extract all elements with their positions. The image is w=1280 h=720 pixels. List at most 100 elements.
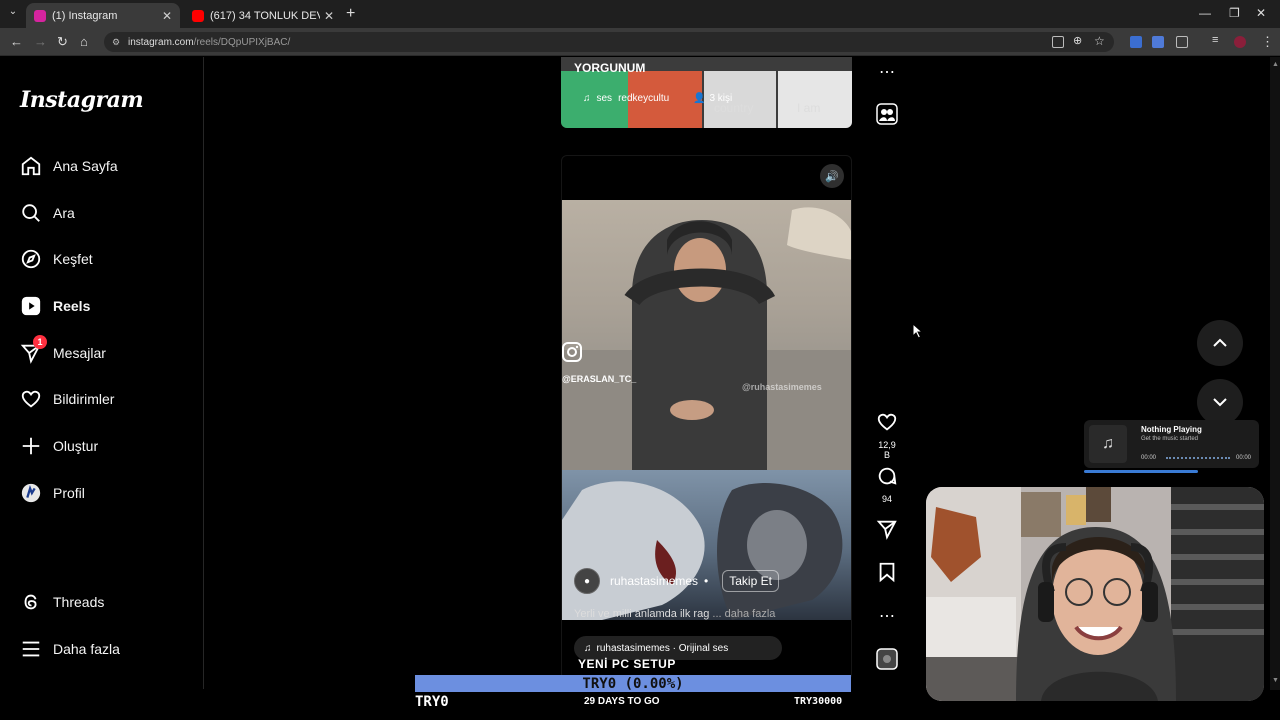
instagram-watermark-icon bbox=[562, 342, 582, 362]
browser-menu-icon[interactable]: ⋮ bbox=[1261, 34, 1274, 50]
forward-icon[interactable]: → bbox=[34, 34, 47, 49]
home-button-icon[interactable]: ⌂ bbox=[80, 34, 88, 49]
close-window-icon[interactable]: ✕ bbox=[1256, 6, 1266, 20]
restore-icon[interactable]: ❐ bbox=[1229, 6, 1240, 20]
reels-icon bbox=[21, 296, 41, 316]
back-icon[interactable]: ← bbox=[10, 34, 23, 49]
heart-icon bbox=[877, 413, 897, 431]
reel-video-frame-top: @ERASLAN_TC_ @ruhastasimemes bbox=[562, 200, 851, 470]
author-username[interactable]: ruhastasimemes bbox=[610, 574, 698, 588]
now-playing-title: Nothing Playing bbox=[1141, 425, 1202, 434]
close-tab-icon[interactable]: ✕ bbox=[324, 9, 334, 23]
menu-icon bbox=[22, 641, 40, 657]
scroll-up-arrow-icon[interactable]: ▲ bbox=[1272, 61, 1279, 68]
instagram-favicon-icon bbox=[34, 9, 46, 22]
extension-icon[interactable] bbox=[1130, 36, 1142, 48]
follow-button[interactable]: Takip Et bbox=[722, 570, 779, 592]
nav-search[interactable]: Ara bbox=[20, 201, 75, 225]
caption-more-link[interactable]: ... daha fazla bbox=[712, 608, 775, 620]
search-icon bbox=[22, 204, 40, 222]
stream-goal-title: YENİ PC SETUP bbox=[578, 657, 676, 671]
more-options-icon[interactable]: ⋯ bbox=[874, 62, 900, 82]
reload-icon[interactable]: ↻ bbox=[57, 34, 68, 50]
youtube-favicon-icon bbox=[192, 9, 204, 22]
time-elapsed: 00:00 bbox=[1141, 455, 1157, 461]
bookmark-star-icon[interactable]: ☆ bbox=[1094, 34, 1105, 48]
comment-action[interactable]: 94 bbox=[874, 465, 900, 504]
home-icon bbox=[21, 156, 41, 176]
music-progress-track bbox=[1166, 457, 1230, 460]
nav-threads[interactable]: Threads bbox=[20, 590, 104, 614]
address-bar[interactable]: ⚙ instagram.com/reels/DQpUPIXjBAC/ bbox=[104, 32, 1114, 52]
close-tab-icon[interactable]: ✕ bbox=[162, 9, 172, 23]
threads-icon bbox=[24, 594, 37, 610]
nav-explore[interactable]: Keşfet bbox=[20, 247, 93, 271]
audio-tag[interactable]: ♫ ses redkeycultu bbox=[583, 93, 669, 104]
reel-overlay-text: YORGUNUM bbox=[574, 61, 646, 75]
compass-icon bbox=[21, 249, 41, 269]
browser-toolbar: ← → ↻ ⌂ ⚙ instagram.com/reels/DQpUPIXjBA… bbox=[0, 28, 1280, 56]
author-avatar[interactable]: ● bbox=[574, 568, 600, 594]
goal-days-left: 29 DAYS TO GO bbox=[584, 696, 660, 707]
volume-icon[interactable]: 🔊 bbox=[820, 164, 844, 188]
nav-profile[interactable]: Profil bbox=[20, 481, 85, 505]
audio-label: ruhastasimemes · Orijinal ses bbox=[596, 642, 729, 654]
more-options-icon[interactable]: ⋯ bbox=[874, 606, 900, 626]
extensions-puzzle-icon[interactable] bbox=[1176, 36, 1188, 48]
tab-title: (617) 34 TONLUK DEV ARAÇ İÇ bbox=[210, 9, 320, 22]
like-count: 12,9 B bbox=[878, 440, 896, 460]
profile-avatar bbox=[21, 483, 41, 503]
comment-count: 94 bbox=[881, 494, 892, 504]
nav-label: Profil bbox=[53, 485, 85, 501]
nav-reels[interactable]: Reels bbox=[20, 294, 90, 318]
nav-messages[interactable]: 1 Mesajlar bbox=[20, 335, 106, 365]
previous-reel[interactable]: YORGUNUM country I am ♫ ses redkeycultu … bbox=[561, 57, 852, 128]
nav-more[interactable]: Daha fazla bbox=[20, 637, 120, 661]
collab-avatar-icon[interactable] bbox=[874, 103, 900, 130]
save-bookmark-icon[interactable] bbox=[874, 561, 900, 588]
page-scrollbar[interactable]: ▲ ▼ bbox=[1270, 57, 1280, 690]
share-icon[interactable] bbox=[874, 518, 900, 545]
cast-icon[interactable] bbox=[1052, 36, 1064, 48]
reel-caption[interactable]: Yerli ve milli anlamda ilk rag ... daha … bbox=[574, 608, 775, 620]
scroll-down-arrow-icon[interactable]: ▼ bbox=[1272, 677, 1279, 684]
nav-label: Oluştur bbox=[53, 438, 99, 454]
instagram-sidebar: Instagram Ana Sayfa Ara Keşfet Reels 1 M… bbox=[0, 57, 204, 689]
goal-target: TRY30000 bbox=[794, 696, 843, 707]
nav-label: Threads bbox=[53, 594, 105, 610]
media-control-icon[interactable]: ≡ bbox=[1212, 34, 1218, 46]
music-note-icon: ♫ bbox=[583, 93, 591, 104]
next-reel-button[interactable] bbox=[1197, 379, 1243, 425]
reel-author: ● ruhastasimemes • Takip Et bbox=[574, 568, 779, 594]
music-note-icon: ♫ bbox=[1089, 425, 1127, 463]
nav-label: Ana Sayfa bbox=[53, 158, 118, 174]
music-note-icon: ♫ bbox=[584, 642, 592, 654]
site-info-icon[interactable]: ⚙ bbox=[112, 37, 122, 47]
previous-reel-button[interactable] bbox=[1197, 320, 1243, 366]
browser-tab-bar: ⌄ (1) Instagram ✕ (617) 34 TONLUK DEV AR… bbox=[0, 0, 1280, 28]
nav-notifications[interactable]: Bildirimler bbox=[20, 387, 114, 411]
audio-thumbnail-icon[interactable] bbox=[874, 648, 900, 675]
mouse-cursor-icon bbox=[912, 323, 924, 339]
tab-instagram[interactable]: (1) Instagram ✕ bbox=[26, 3, 180, 28]
new-tab-button[interactable]: + bbox=[346, 5, 355, 23]
nav-label: Bildirimler bbox=[53, 391, 115, 407]
translate-extension-icon[interactable] bbox=[1152, 36, 1164, 48]
url-host: instagram.com bbox=[128, 36, 194, 48]
tab-youtube[interactable]: (617) 34 TONLUK DEV ARAÇ İÇ ✕ bbox=[184, 3, 342, 28]
messages-badge: 1 bbox=[33, 335, 47, 349]
nav-label: Keşfet bbox=[53, 251, 93, 267]
people-tag[interactable]: 👤 3 kişi bbox=[693, 93, 732, 104]
like-action[interactable]: 12,9 B bbox=[874, 411, 900, 460]
audio-prefix: ses bbox=[596, 93, 613, 104]
zoom-icon[interactable]: ⊕ bbox=[1073, 34, 1082, 47]
profile-avatar-icon[interactable] bbox=[1234, 36, 1246, 48]
nav-home[interactable]: Ana Sayfa bbox=[20, 154, 118, 178]
caption-text: Yerli ve milli anlamda ilk rag bbox=[574, 608, 710, 620]
current-reel[interactable]: 🔊 @ERASLAN_TC_ @ruhastasimemes ● ruhasta… bbox=[561, 155, 852, 680]
nav-create[interactable]: Oluştur bbox=[20, 434, 98, 458]
instagram-logo[interactable]: Instagram bbox=[20, 87, 144, 113]
chevron-up-icon bbox=[1213, 338, 1227, 347]
minimize-icon[interactable]: — bbox=[1199, 6, 1211, 20]
tab-search-icon[interactable]: ⌄ bbox=[6, 6, 20, 20]
